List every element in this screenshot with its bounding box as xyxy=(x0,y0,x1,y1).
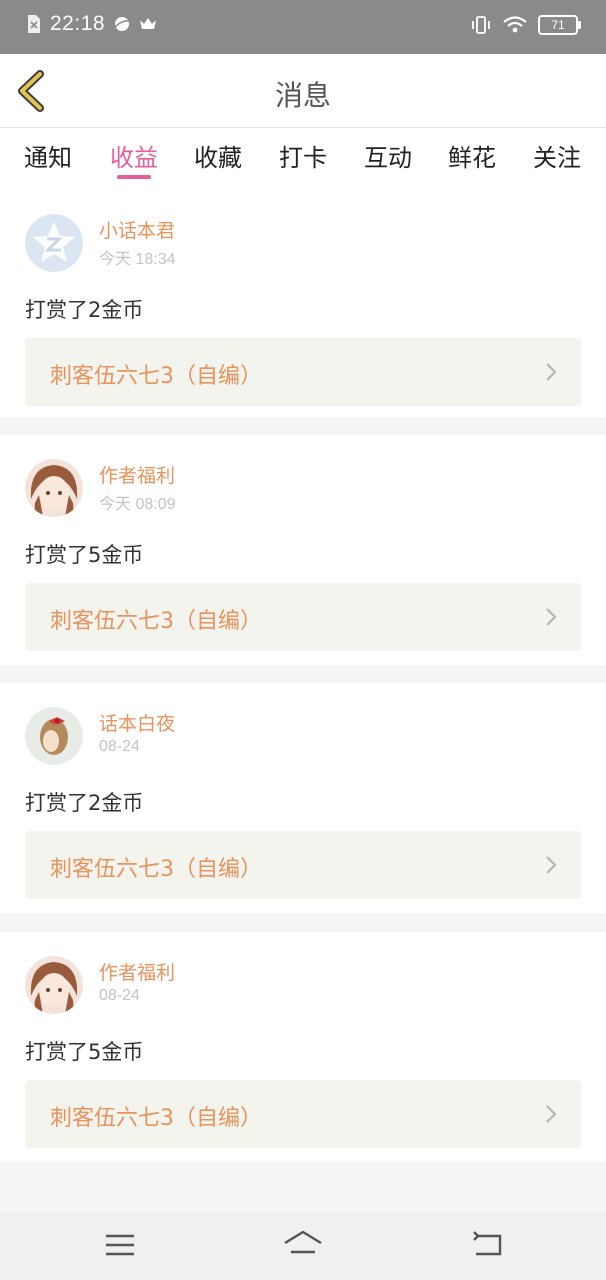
planet-icon xyxy=(114,17,130,31)
book-link[interactable]: 刺客伍六七3（自编） xyxy=(25,583,581,651)
message-card: 作者福利 08-24 打赏了5金币 刺客伍六七3（自编） xyxy=(0,932,606,1162)
tab-favorites[interactable]: 收藏 xyxy=(194,138,242,173)
sim-off-icon xyxy=(28,15,40,33)
default-star-avatar-icon xyxy=(25,214,83,272)
message-text: 打赏了2金币 xyxy=(25,298,144,322)
back-icon[interactable] xyxy=(468,1228,508,1262)
girl-bow-avatar-icon xyxy=(25,707,83,765)
message-text: 打赏了2金币 xyxy=(25,791,144,815)
message-time: 今天 08:09 xyxy=(99,496,176,513)
anime-girl-avatar-icon xyxy=(25,459,83,517)
anime-girl-avatar-icon xyxy=(25,956,83,1014)
vibrate-icon xyxy=(472,16,490,34)
book-title: 刺客伍六七3（自编） xyxy=(50,364,262,389)
username[interactable]: 作者福利 xyxy=(99,958,175,985)
message-time: 今天 18:34 xyxy=(99,251,176,268)
status-left: 22:18 xyxy=(26,12,157,36)
status-time: 22:18 xyxy=(50,12,106,35)
tab-notify[interactable]: 通知 xyxy=(24,138,72,173)
active-tab-indicator xyxy=(117,175,151,179)
book-title: 刺客伍六七3（自编） xyxy=(50,1106,262,1131)
avatar[interactable] xyxy=(25,214,83,272)
battery-indicator: 71 xyxy=(538,15,581,35)
username[interactable]: 小话本君 xyxy=(99,216,175,243)
message-time: 08-24 xyxy=(99,738,140,755)
chevron-right-icon xyxy=(546,1105,557,1123)
tab-bar: 通知 收益 收藏 打卡 互动 鲜花 关注 xyxy=(0,128,606,190)
message-card: 作者福利 今天 08:09 打赏了5金币 刺客伍六七3（自编） xyxy=(0,435,606,665)
menu-icon[interactable] xyxy=(100,1228,140,1262)
message-card: 话本白夜 08-24 打赏了2金币 刺客伍六七3（自编） xyxy=(0,683,606,913)
book-link[interactable]: 刺客伍六七3（自编） xyxy=(25,1080,581,1148)
book-title: 刺客伍六七3（自编） xyxy=(50,609,262,634)
chevron-right-icon xyxy=(546,856,557,874)
chevron-right-icon xyxy=(546,363,557,381)
tab-checkin[interactable]: 打卡 xyxy=(279,138,327,173)
book-link[interactable]: 刺客伍六七3（自编） xyxy=(25,831,581,899)
book-title: 刺客伍六七3（自编） xyxy=(50,857,262,882)
system-nav-bar xyxy=(0,1212,606,1280)
tab-interaction[interactable]: 互动 xyxy=(364,138,412,173)
status-bar: 22:18 71 xyxy=(0,0,606,54)
message-text: 打赏了5金币 xyxy=(25,543,144,567)
tab-follow[interactable]: 关注 xyxy=(533,138,581,173)
header-bar: 消息 xyxy=(0,54,606,128)
message-time: 08-24 xyxy=(99,987,140,1004)
page-title: 消息 xyxy=(274,79,331,112)
username[interactable]: 话本白夜 xyxy=(99,709,175,736)
avatar[interactable] xyxy=(25,459,83,517)
book-link[interactable]: 刺客伍六七3（自编） xyxy=(25,338,581,406)
tab-flowers[interactable]: 鲜花 xyxy=(448,138,496,173)
status-right: 71 xyxy=(470,14,581,36)
message-text: 打赏了5金币 xyxy=(25,1040,144,1064)
avatar[interactable] xyxy=(25,707,83,765)
avatar[interactable] xyxy=(25,956,83,1014)
tab-earnings[interactable]: 收益 xyxy=(110,138,158,173)
crown-icon xyxy=(140,18,157,29)
chevron-right-icon xyxy=(546,608,557,626)
message-card: 小话本君 今天 18:34 打赏了2金币 刺客伍六七3（自编） xyxy=(0,190,606,417)
wifi-icon xyxy=(503,16,527,33)
home-icon[interactable] xyxy=(283,1228,323,1262)
username[interactable]: 作者福利 xyxy=(99,461,175,488)
